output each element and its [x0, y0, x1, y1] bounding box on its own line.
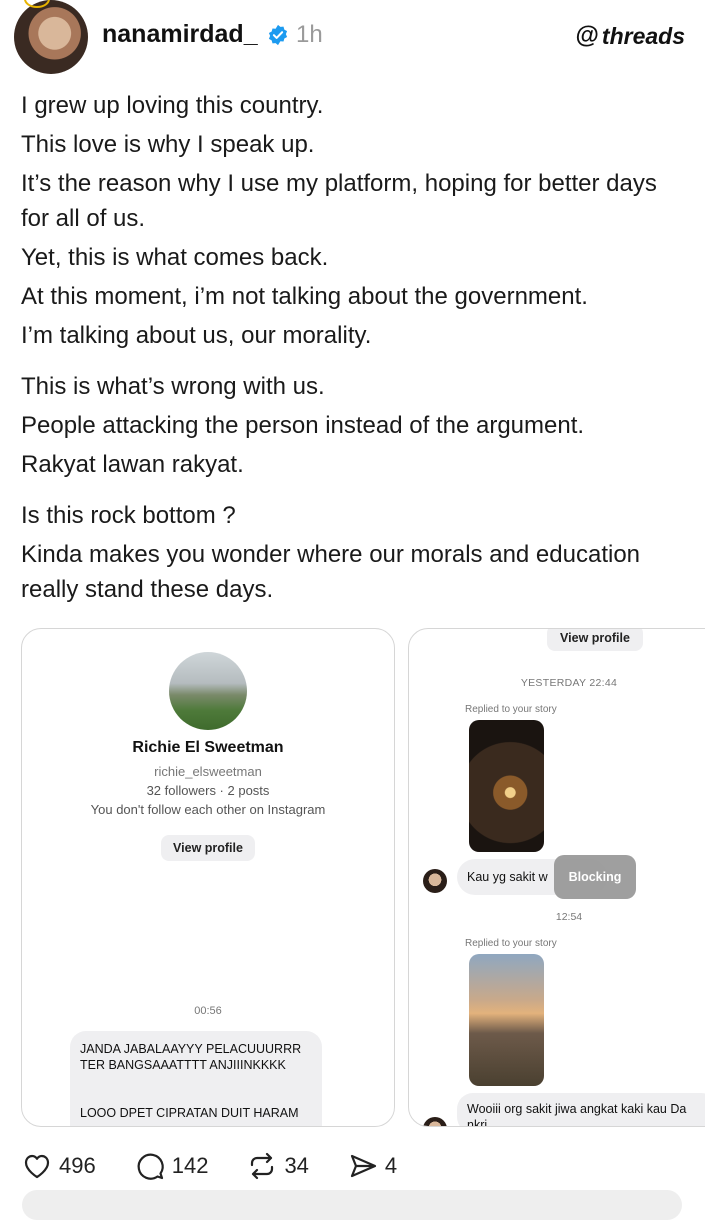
- post-body: I grew up loving this country. This love…: [21, 88, 691, 611]
- reply-bar[interactable]: [22, 1190, 682, 1220]
- share-button[interactable]: 4: [347, 1150, 397, 1182]
- post-line: Kinda makes you wonder where our morals …: [21, 541, 641, 603]
- send-icon: [350, 1154, 377, 1178]
- repost-count: 34: [284, 1153, 309, 1178]
- replied-label: Replied to your story: [465, 938, 557, 949]
- post-line: Yet, this is what comes back.: [21, 244, 329, 271]
- comment-icon: [137, 1153, 164, 1180]
- view-profile-button: View profile: [161, 835, 255, 861]
- brand-name: threads: [601, 22, 685, 49]
- story-thumbnail: [469, 720, 544, 852]
- date-divider: YESTERDAY 22:44: [520, 677, 618, 689]
- profile-picture: [169, 652, 247, 730]
- sender-avatar: [423, 1117, 447, 1126]
- heart-icon: [24, 1154, 50, 1179]
- like-button[interactable]: 496: [21, 1150, 96, 1182]
- threads-at-icon: @: [575, 22, 599, 49]
- avatar[interactable]: [14, 0, 88, 74]
- post-line: It’s the reason why I use my platform, h…: [21, 170, 657, 232]
- sender-avatar: [423, 869, 447, 893]
- threads-logo: @ threads: [576, 22, 686, 50]
- story-thumbnail: [469, 954, 544, 1086]
- post-line: This is what’s wrong with us.: [21, 373, 325, 400]
- message-time: 00:56: [194, 1005, 222, 1017]
- screenshot-story-replies[interactable]: View profile YESTERDAY 22:44 Replied to …: [408, 628, 705, 1127]
- share-count: 4: [384, 1153, 398, 1178]
- blocking-popup: Blocking: [554, 855, 636, 899]
- profile-note: You don't follow each other on Instagram: [90, 802, 326, 817]
- message-time: 12:54: [555, 911, 583, 923]
- like-count: 496: [59, 1153, 96, 1178]
- post-line: This love is why I speak up.: [21, 131, 315, 158]
- username[interactable]: nanamirdad_: [102, 20, 258, 49]
- profile-handle: richie_elsweetman: [154, 764, 262, 779]
- profile-stats: 32 followers · 2 posts: [146, 783, 270, 798]
- reply-bubble: Wooiii org sakit jiwa angkat kaki kau Da…: [457, 1093, 705, 1126]
- time-ago: 1h: [296, 21, 323, 48]
- screenshot-profile-chat[interactable]: Richie El Sweetman richie_elsweetman 32 …: [21, 628, 395, 1127]
- message-text: LOOO DPET CIPRATAN DUIT HARAM: [80, 1106, 299, 1120]
- comment-button[interactable]: 142: [134, 1150, 209, 1182]
- replied-label: Replied to your story: [465, 704, 557, 715]
- message-text: JANDA JABALAAYYY PELACUUURRR TER BANGSAA…: [80, 1042, 302, 1072]
- post-line: Rakyat lawan rakyat.: [21, 451, 244, 478]
- post-line: At this moment, i’m not talking about th…: [21, 283, 588, 310]
- post-line: I’m talking about us, our morality.: [21, 322, 372, 349]
- view-profile-button: View profile: [547, 629, 643, 651]
- profile-name: Richie El Sweetman: [132, 739, 284, 756]
- repost-icon: [251, 1152, 274, 1180]
- post-header: nanamirdad_ 1h @ threads: [0, 0, 705, 80]
- post-line: I grew up loving this country.: [21, 92, 324, 119]
- post-line: Is this rock bottom ?: [21, 502, 236, 529]
- message-bubble: JANDA JABALAAYYY PELACUUURRR TER BANGSAA…: [70, 1031, 322, 1126]
- post-line: People attacking the person instead of t…: [21, 412, 585, 439]
- comment-count: 142: [171, 1153, 209, 1178]
- repost-button[interactable]: 34: [246, 1150, 309, 1182]
- verified-badge-icon: [268, 24, 288, 46]
- action-bar: 496 142 34 4: [21, 1148, 435, 1184]
